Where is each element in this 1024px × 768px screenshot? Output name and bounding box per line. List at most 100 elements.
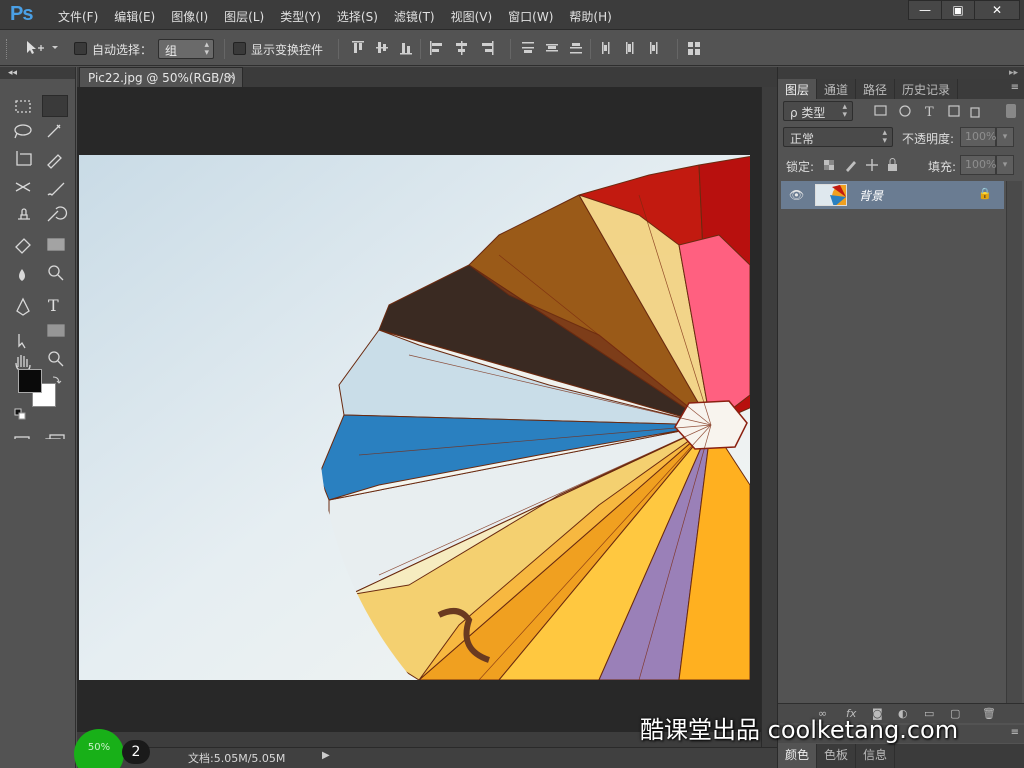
vertical-scrollbar[interactable] [761,87,777,747]
brush-tool[interactable] [42,177,68,199]
layers-list [778,181,1006,703]
layers-scrollbar[interactable] [1006,181,1022,703]
tab-info[interactable]: 信息 [856,744,896,768]
panel-menu-icon[interactable]: ≡ [1011,82,1019,93]
menu-file[interactable]: 文件(F) [50,8,106,25]
status-menu-arrow-icon[interactable]: ▶ [322,750,330,761]
history-brush-tool[interactable] [42,203,68,225]
auto-select-label: 自动选择： [92,43,153,57]
updown-arrow-icon: ▴ ▾ [882,128,887,146]
eraser-tool[interactable] [10,229,36,251]
divider [338,39,339,59]
menu-view[interactable]: 视图(V) [443,8,501,25]
layer-filter-dropdown[interactable]: ρ 类型 ▴ ▾ [783,101,853,121]
screen-mode-button[interactable] [42,419,68,441]
panel-collapse-bar[interactable]: ▸▸ [778,67,1024,79]
type-tool[interactable] [42,283,68,305]
visibility-eye-icon[interactable]: 👁 [789,188,804,202]
panel-menu-icon[interactable]: ≡ [1011,727,1019,738]
tab-paths[interactable]: 路径 [856,79,896,99]
rectangle-tool[interactable] [42,309,68,331]
svg-text:T: T [925,105,934,119]
eyedropper-tool[interactable] [42,149,68,171]
menu-layer[interactable]: 图层(L) [216,8,272,25]
blur-tool[interactable] [10,255,36,277]
lock-label: 锁定: [786,160,815,174]
divider [420,39,421,59]
parachute-photo [79,155,750,680]
menu-window[interactable]: 窗口(W) [500,8,561,25]
tab-color[interactable]: 颜色 [778,744,818,768]
layer-row-background[interactable]: 👁 背景 🔒 [781,181,1004,209]
layer-name[interactable]: 背景 [859,187,883,204]
updown-arrow-icon: ▴ ▾ [842,102,847,120]
menu-edit[interactable]: 编辑(E) [106,8,163,25]
document-tab[interactable]: Pic22.jpg @ 50%(RGB/8) × [79,67,243,87]
close-button[interactable]: ✕ [974,0,1020,20]
align-distribute-icons [352,41,700,55]
tab-layers[interactable]: 图层 [778,79,818,99]
menu-select[interactable]: 选择(S) [329,8,386,25]
gradient-tool[interactable] [42,229,68,251]
main-menu: 文件(F) 编辑(E) 图像(I) 图层(L) 类型(Y) 选择(S) 滤镜(T… [50,8,620,25]
options-bar-grip[interactable] [6,39,10,59]
menu-image[interactable]: 图像(I) [163,8,216,25]
document-tab-bar: Pic22.jpg @ 50%(RGB/8) × [77,67,777,87]
tools-panel: ◂◂ T [0,67,76,768]
document-tab-title: Pic22.jpg @ 50%(RGB/8) [88,71,236,85]
quick-mask-button[interactable] [10,419,36,441]
fill-label: 填充: [928,160,957,174]
marquee-tool[interactable] [10,95,36,117]
magic-wand-tool[interactable] [42,122,68,144]
updown-arrow-icon: ▴ ▾ [204,40,209,58]
menu-filter[interactable]: 滤镜(T) [386,8,443,25]
blend-mode-dropdown[interactable]: 正常 ▴ ▾ [783,127,893,147]
show-transform-checkbox[interactable] [233,42,246,55]
layers-panel-dock: ▸▸ 图层 通道 路径 历史记录 ≡ ρ 类型 ▴ ▾ T 正常 ▴ ▾ 不透明度:… [777,67,1024,768]
delete-layer-icon[interactable]: 🗑 [982,707,996,720]
crop-tool[interactable] [10,149,36,171]
divider [224,39,225,59]
filter-toggle[interactable] [1006,104,1016,118]
document-image[interactable] [79,155,750,680]
tab-swatches[interactable]: 色板 [817,744,857,768]
healing-brush-tool[interactable] [10,177,36,199]
menu-type[interactable]: 类型(Y) [272,8,329,25]
foreground-color-swatch[interactable] [18,369,42,393]
hand-tool[interactable] [10,339,36,361]
minimize-button[interactable]: — [908,0,942,20]
menu-help[interactable]: 帮助(H) [561,8,619,25]
tab-history[interactable]: 历史记录 [895,79,959,99]
tab-channels[interactable]: 通道 [817,79,857,99]
divider [590,39,591,59]
maximize-button[interactable]: ▣ [941,0,975,20]
show-transform-label: 显示变换控件 [251,43,324,57]
dodge-tool[interactable] [42,255,68,277]
auto-select-dropdown[interactable]: 组 ▴ ▾ [158,39,214,59]
tool-preset-picker[interactable] [24,40,64,56]
color-panel-tabs: 颜色 色板 信息 [778,744,1024,768]
window-controls: — ▣ ✕ [908,0,1020,20]
swap-colors-icon[interactable] [42,359,58,375]
path-selection-tool[interactable] [10,309,36,331]
clone-stamp-tool[interactable] [10,203,36,225]
auto-select-checkbox[interactable] [74,42,87,55]
lasso-tool[interactable] [10,122,36,144]
opacity-label: 不透明度: [902,132,955,146]
opacity-input[interactable]: 100% [960,127,996,147]
zoom-tool[interactable] [42,339,68,361]
watermark-text: 酷课堂出品 coolketang.com [640,716,959,744]
tools-panel-header[interactable]: ◂◂ [0,67,75,79]
fill-input[interactable]: 100% [960,155,996,175]
opacity-dropdown-arrow[interactable]: ▾ [996,127,1014,147]
move-tool[interactable] [42,95,68,117]
pen-tool[interactable] [10,283,36,305]
layers-panel-tabs: 图层 通道 路径 历史记录 ≡ [778,79,1024,99]
lock-option-icons [824,158,897,172]
layer-filter-value: ρ 类型 [790,106,826,120]
default-colors-icon[interactable] [10,393,26,409]
close-tab-icon[interactable]: × [227,70,236,83]
layer-thumbnail [815,184,847,206]
layer-thumbnail-image [816,185,846,205]
fill-dropdown-arrow[interactable]: ▾ [996,155,1014,175]
